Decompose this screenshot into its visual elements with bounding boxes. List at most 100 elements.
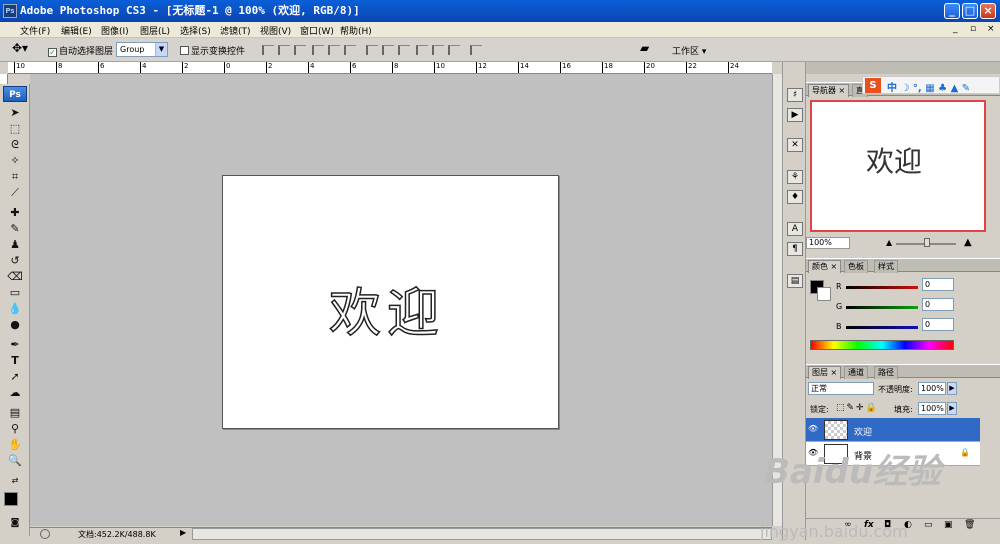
navigator-zoom-field[interactable]: 100%	[806, 237, 850, 249]
tab-color[interactable]: 颜色 ×	[808, 260, 842, 273]
eyedropper-tool-icon[interactable]: ⚲	[7, 422, 23, 436]
menu-window[interactable]: 窗口(W)	[300, 24, 334, 37]
notes-tool-icon[interactable]: ▤	[7, 406, 23, 420]
lasso-tool-icon[interactable]: ᘓ	[7, 138, 23, 152]
color-background-swatch[interactable]	[817, 287, 831, 301]
sogou-ime-icon[interactable]: S	[865, 78, 881, 93]
history-panel-icon[interactable]: ♯	[787, 88, 803, 102]
menu-view[interactable]: 视图(V)	[260, 24, 291, 37]
distribute-vcenter-icon[interactable]	[382, 45, 394, 55]
zoom-in-icon[interactable]: ▲	[964, 237, 972, 248]
opacity-field[interactable]: 100%	[918, 382, 946, 395]
tab-navigator[interactable]: 导航器 ×	[808, 84, 850, 97]
tool-presets-icon[interactable]: ✕	[787, 138, 803, 152]
menu-select[interactable]: 选择(S)	[180, 24, 211, 37]
close-button[interactable]: ×	[980, 3, 996, 19]
auto-align-icon[interactable]	[470, 45, 482, 55]
red-channel-value[interactable]: 0	[922, 278, 954, 291]
slice-tool-icon[interactable]: ⟋	[7, 186, 23, 200]
hand-tool-icon[interactable]: ✋	[7, 438, 23, 452]
blur-tool-icon[interactable]: 💧	[7, 302, 23, 316]
paragraph-panel-icon[interactable]: ¶	[787, 242, 803, 256]
tab-channels[interactable]: 通道	[844, 366, 868, 379]
zoom-slider-thumb[interactable]	[924, 238, 930, 247]
fill-field[interactable]: 100%	[918, 402, 946, 415]
menu-layer[interactable]: 图层(L)	[140, 24, 170, 37]
minimize-button[interactable]: _	[944, 3, 960, 19]
actions-panel-icon[interactable]: ▶	[787, 108, 803, 122]
ime-mode-label[interactable]: 中 ☽ °, ▦ ♣ ▲ ✎	[887, 79, 970, 94]
brush-tool-icon[interactable]: ✎	[7, 222, 23, 236]
shape-tool-icon[interactable]: ☁	[7, 386, 23, 400]
maximize-button[interactable]: □	[962, 3, 978, 19]
distribute-top-icon[interactable]	[366, 45, 378, 55]
align-bottom-icon[interactable]	[294, 45, 306, 55]
distribute-left-icon[interactable]	[416, 45, 428, 55]
horizontal-scrollbar[interactable]	[192, 528, 772, 540]
blue-channel-slider[interactable]	[846, 326, 918, 329]
auto-select-type-dropdown[interactable]: Group ▼	[116, 42, 168, 57]
status-zoom-icon[interactable]	[40, 529, 50, 539]
document-canvas[interactable]: 欢迎	[222, 175, 559, 429]
magic-wand-tool-icon[interactable]: ✧	[7, 154, 23, 168]
fill-arrow-icon[interactable]: ▶	[947, 402, 957, 415]
tab-styles[interactable]: 样式	[874, 260, 898, 273]
pen-tool-icon[interactable]: ✒	[7, 338, 23, 352]
align-hcenter-icon[interactable]	[328, 45, 340, 55]
layer-visibility-eye-icon[interactable]: 👁	[808, 424, 818, 434]
gradient-tool-icon[interactable]: ▭	[7, 286, 23, 300]
canvas-text-layer[interactable]: 欢迎	[328, 283, 445, 345]
clone-source-icon[interactable]: ♦	[787, 190, 803, 204]
status-menu-arrow-icon[interactable]: ▶	[180, 528, 186, 537]
menu-help[interactable]: 帮助(H)	[340, 24, 372, 37]
quick-mask-icon[interactable]: ◙	[7, 516, 23, 530]
blend-mode-dropdown[interactable]: 正常	[808, 382, 874, 395]
show-transform-checkbox[interactable]: 显示变换控件	[180, 44, 245, 57]
tab-swatches[interactable]: 色板	[844, 260, 868, 273]
color-spectrum-bar[interactable]	[810, 340, 954, 350]
marquee-tool-icon[interactable]: ⬚	[7, 122, 23, 136]
blue-channel-value[interactable]: 0	[922, 318, 954, 331]
move-tool-icon[interactable]: ➤	[7, 106, 23, 120]
move-tool-icon[interactable]: ✥▾	[12, 41, 28, 55]
doc-minimize-button[interactable]: _	[953, 24, 958, 34]
eraser-tool-icon[interactable]: ⌫	[7, 270, 23, 284]
clone-stamp-tool-icon[interactable]: ♟	[7, 238, 23, 252]
menu-filter[interactable]: 滤镜(T)	[220, 24, 251, 37]
character-panel-icon[interactable]: A	[787, 222, 803, 236]
align-top-icon[interactable]	[262, 45, 274, 55]
doc-close-button[interactable]: ×	[987, 24, 995, 34]
type-tool-icon[interactable]: T	[7, 354, 23, 368]
workspace-menu[interactable]: 工作区 ▾	[672, 44, 706, 57]
doc-restore-button[interactable]: ▫	[970, 24, 976, 34]
green-channel-slider[interactable]	[846, 306, 918, 309]
green-channel-value[interactable]: 0	[922, 298, 954, 311]
tab-paths[interactable]: 路径	[874, 366, 898, 379]
layer-comps-icon[interactable]: ▤	[787, 274, 803, 288]
align-right-icon[interactable]	[344, 45, 356, 55]
tab-layers[interactable]: 图层 ×	[808, 366, 842, 379]
menu-image[interactable]: 图像(I)	[101, 24, 129, 37]
brushes-panel-icon[interactable]: ⚘	[787, 170, 803, 184]
menu-edit[interactable]: 编辑(E)	[61, 24, 92, 37]
path-selection-tool-icon[interactable]: ➚	[7, 370, 23, 384]
zoom-tool-icon[interactable]: 🔍	[7, 454, 23, 468]
opacity-arrow-icon[interactable]: ▶	[947, 382, 957, 395]
distribute-right-icon[interactable]	[448, 45, 460, 55]
navigator-preview[interactable]: 欢迎	[810, 100, 986, 232]
align-left-icon[interactable]	[312, 45, 324, 55]
dodge-tool-icon[interactable]: ●	[7, 318, 23, 332]
align-vcenter-icon[interactable]	[278, 45, 290, 55]
swap-colors-icon[interactable]: ⇄	[7, 474, 23, 488]
menu-file[interactable]: 文件(F)	[20, 24, 50, 37]
history-brush-tool-icon[interactable]: ↺	[7, 254, 23, 268]
auto-select-checkbox[interactable]: ✓ 自动选择图层	[48, 44, 113, 57]
healing-brush-tool-icon[interactable]: ✚	[7, 206, 23, 220]
lock-options-icons[interactable]: ⬚✎✛🔒	[836, 403, 879, 413]
distribute-hcenter-icon[interactable]	[432, 45, 444, 55]
foreground-color-swatch[interactable]	[4, 492, 18, 506]
ime-toolbar[interactable]: S 中 ☽ °, ▦ ♣ ▲ ✎	[862, 76, 1000, 94]
palette-well-icon[interactable]: ▰	[640, 41, 649, 55]
red-channel-slider[interactable]	[846, 286, 918, 289]
distribute-bottom-icon[interactable]	[398, 45, 410, 55]
